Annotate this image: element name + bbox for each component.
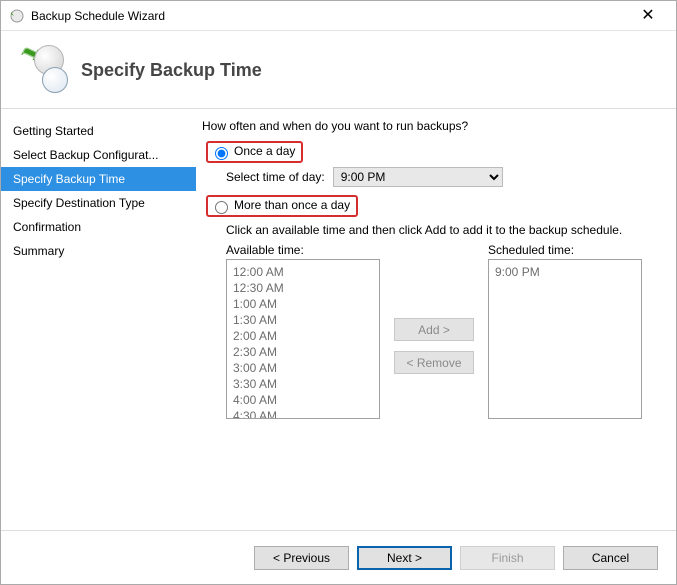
- add-button[interactable]: Add >: [394, 318, 474, 341]
- list-item[interactable]: 3:00 AM: [233, 360, 373, 376]
- list-item[interactable]: 1:00 AM: [233, 296, 373, 312]
- highlight-more: More than once a day: [206, 195, 358, 217]
- cancel-button[interactable]: Cancel: [563, 546, 658, 570]
- titlebar: Backup Schedule Wizard ✕: [1, 1, 676, 31]
- scheduled-time-listbox[interactable]: 9:00 PM: [488, 259, 642, 419]
- remove-button[interactable]: < Remove: [394, 351, 474, 374]
- scheduled-column: Scheduled time: 9:00 PM: [488, 243, 642, 419]
- hint-text: Click an available time and then click A…: [226, 223, 658, 237]
- radio-once-label: Once a day: [234, 144, 295, 160]
- available-column: Available time: 12:00 AM 12:30 AM 1:00 A…: [226, 243, 380, 419]
- step-destination-type[interactable]: Specify Destination Type: [1, 191, 196, 215]
- wizard-window: Backup Schedule Wizard ✕ ➦ Specify Backu…: [0, 0, 677, 585]
- previous-button[interactable]: < Previous: [254, 546, 349, 570]
- radio-more-row: More than once a day: [202, 193, 658, 219]
- wizard-body: Getting Started Select Backup Configurat…: [1, 109, 676, 530]
- list-item[interactable]: 4:30 AM: [233, 408, 373, 419]
- available-time-listbox[interactable]: 12:00 AM 12:30 AM 1:00 AM 1:30 AM 2:00 A…: [226, 259, 380, 419]
- list-item[interactable]: 9:00 PM: [495, 264, 635, 280]
- page-title: Specify Backup Time: [81, 60, 262, 81]
- radio-more-than-once[interactable]: [215, 201, 228, 214]
- list-item[interactable]: 4:00 AM: [233, 392, 373, 408]
- scheduled-label: Scheduled time:: [488, 243, 642, 257]
- available-label: Available time:: [226, 243, 380, 257]
- step-select-config[interactable]: Select Backup Configurat...: [1, 143, 196, 167]
- step-summary[interactable]: Summary: [1, 239, 196, 263]
- list-item[interactable]: 12:00 AM: [233, 264, 373, 280]
- list-item[interactable]: 1:30 AM: [233, 312, 373, 328]
- close-icon[interactable]: ✕: [628, 6, 668, 26]
- radio-more-label: More than once a day: [234, 198, 350, 214]
- window-title: Backup Schedule Wizard: [31, 9, 628, 23]
- highlight-once: Once a day: [206, 141, 303, 163]
- step-confirmation[interactable]: Confirmation: [1, 215, 196, 239]
- list-item[interactable]: 2:30 AM: [233, 344, 373, 360]
- step-specify-time[interactable]: Specify Backup Time: [1, 167, 196, 191]
- finish-button[interactable]: Finish: [460, 546, 555, 570]
- time-lists-row: Available time: 12:00 AM 12:30 AM 1:00 A…: [226, 243, 658, 419]
- select-time-label: Select time of day:: [226, 170, 325, 184]
- wizard-header: ➦ Specify Backup Time: [1, 31, 676, 109]
- radio-once-row: Once a day: [202, 139, 658, 165]
- wizard-footer: < Previous Next > Finish Cancel: [1, 530, 676, 584]
- list-item[interactable]: 2:00 AM: [233, 328, 373, 344]
- list-item[interactable]: 3:30 AM: [233, 376, 373, 392]
- wizard-steps: Getting Started Select Backup Configurat…: [1, 109, 196, 530]
- app-icon: [9, 8, 25, 24]
- question-text: How often and when do you want to run ba…: [202, 119, 658, 133]
- time-of-day-select[interactable]: 9:00 PM: [333, 167, 503, 187]
- list-item[interactable]: 12:30 AM: [233, 280, 373, 296]
- next-button[interactable]: Next >: [357, 546, 452, 570]
- main-content: How often and when do you want to run ba…: [196, 109, 676, 530]
- radio-once-a-day[interactable]: [215, 147, 228, 160]
- backup-clock-icon: ➦: [16, 39, 71, 94]
- step-getting-started[interactable]: Getting Started: [1, 119, 196, 143]
- transfer-buttons: Add > < Remove: [394, 243, 474, 419]
- select-time-row: Select time of day: 9:00 PM: [226, 167, 658, 187]
